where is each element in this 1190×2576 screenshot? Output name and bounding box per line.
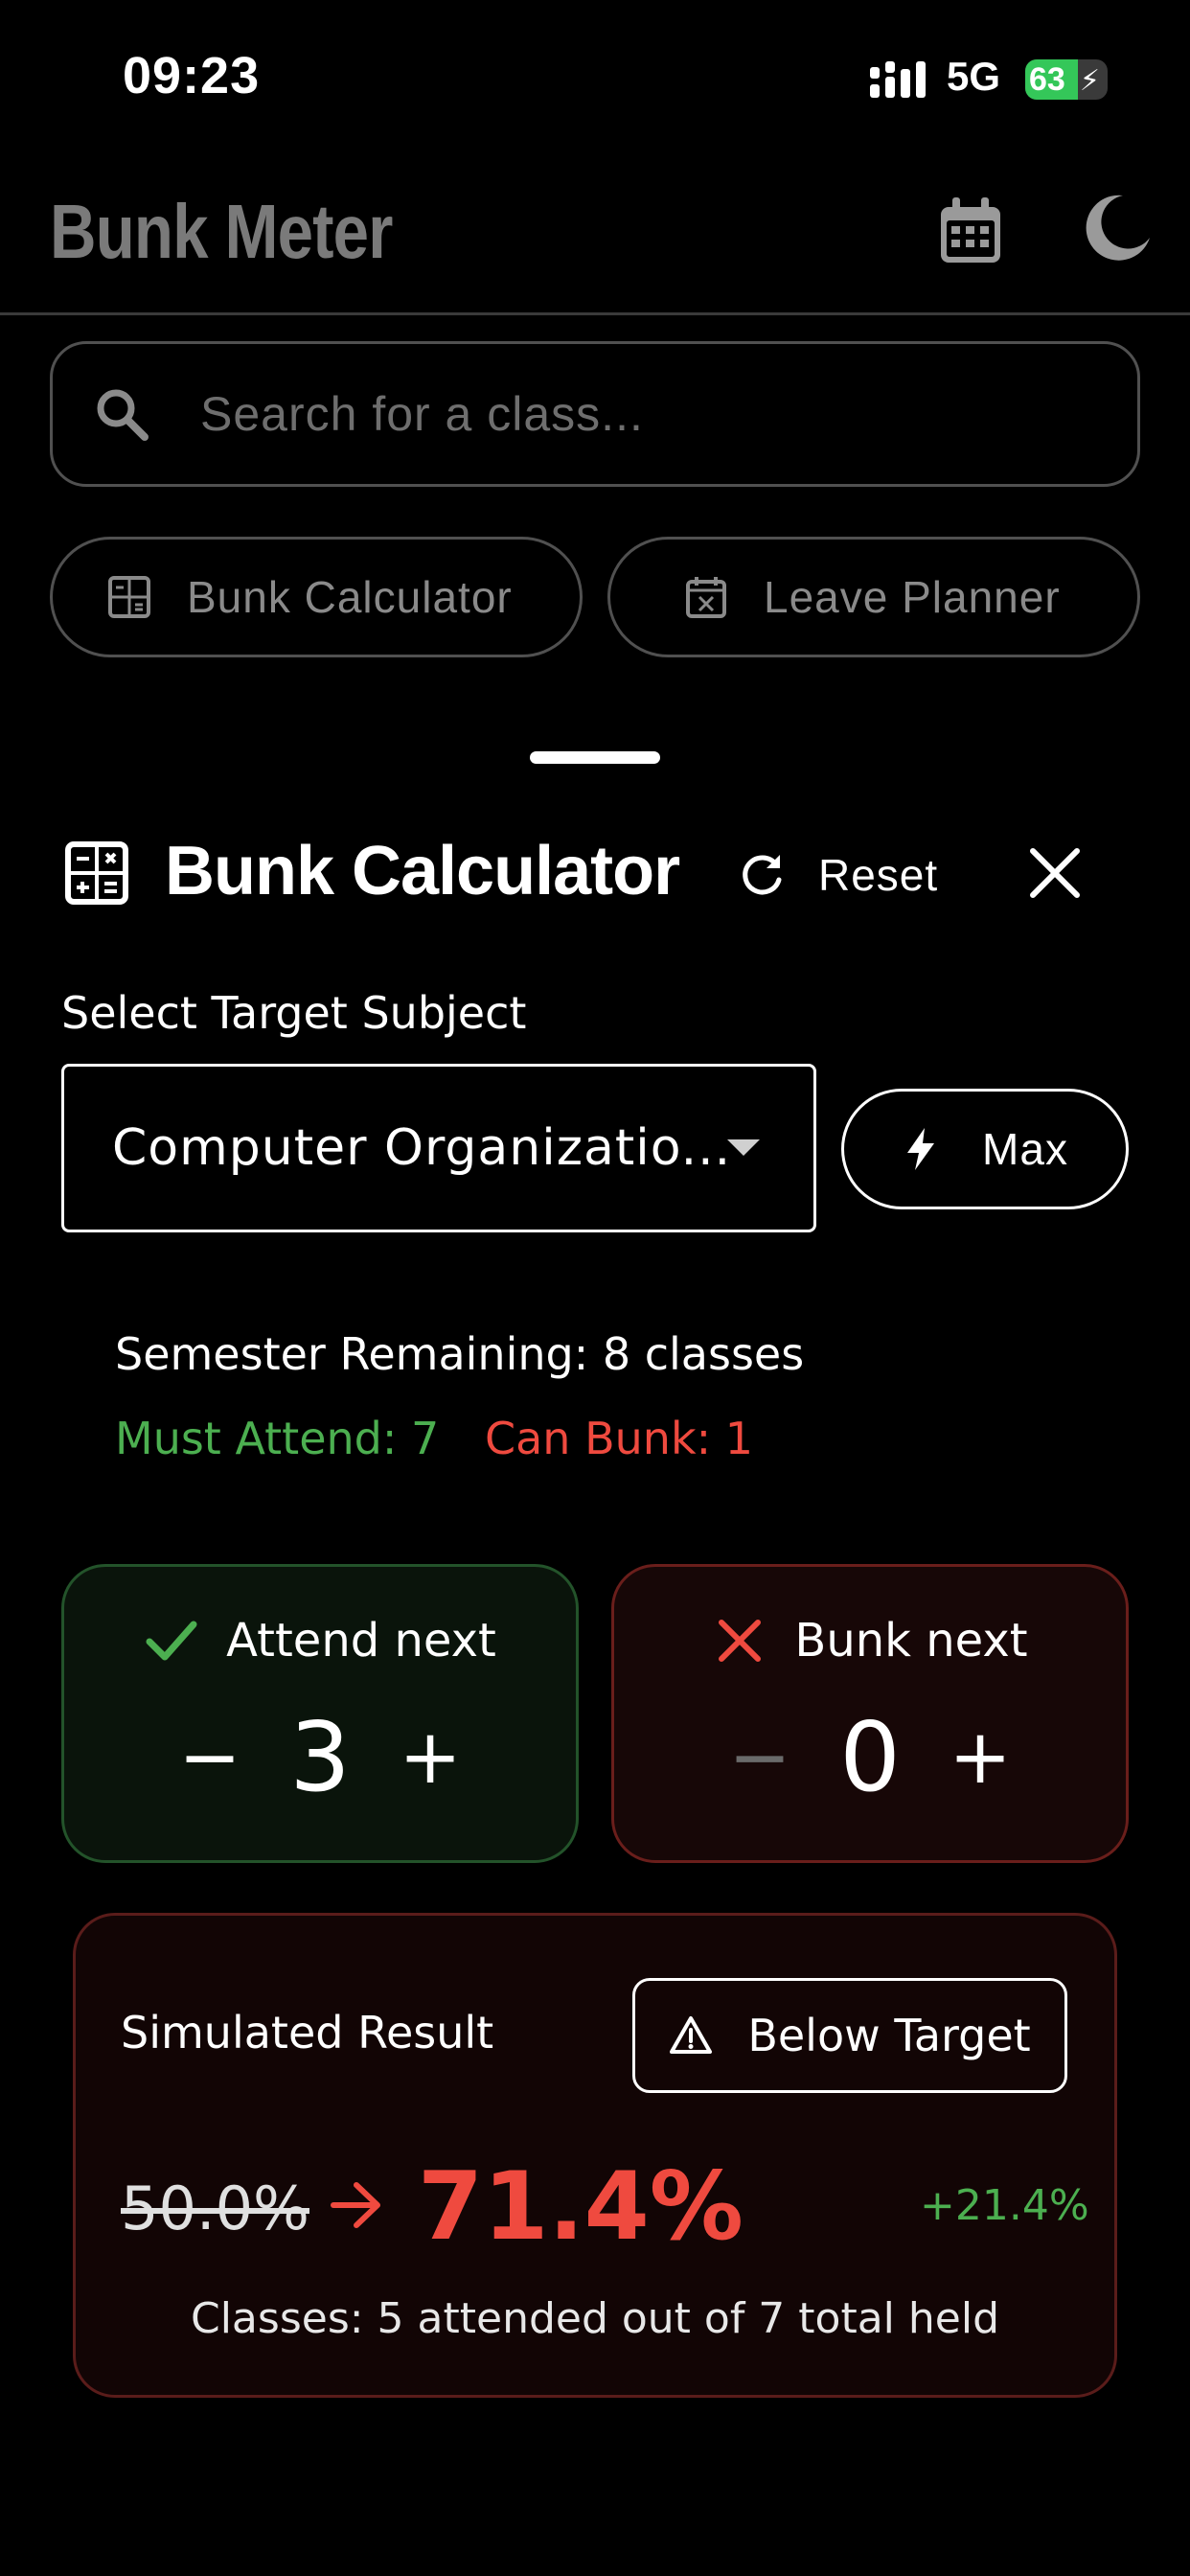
subject-select[interactable]: Computer Organizatio... <box>61 1064 816 1232</box>
charging-icon: ⚡ <box>1079 65 1100 97</box>
calendar-x-icon <box>686 577 726 618</box>
bunk-next-card: Bunk next − 0 + <box>611 1564 1129 1863</box>
attend-next-label: Attend next <box>226 1614 496 1668</box>
close-icon[interactable] <box>1025 843 1085 903</box>
leave-planner-chip[interactable]: Leave Planner <box>607 537 1140 657</box>
sheet-drag-handle[interactable] <box>530 751 660 764</box>
calculator-icon <box>108 576 150 618</box>
must-attend: Must Attend: 7 <box>115 1413 440 1464</box>
calculator-title: Bunk Calculator <box>165 833 680 909</box>
classes-summary: Classes: 5 attended out of 7 total held <box>190 2294 999 2343</box>
dropdown-caret-icon <box>727 1139 760 1156</box>
search-input[interactable] <box>200 386 1063 442</box>
simulated-percentage: 71.4% <box>418 2152 744 2262</box>
attend-decrement-button[interactable]: − <box>167 1714 253 1801</box>
warning-icon <box>670 2016 713 2054</box>
bunk-count: 0 <box>839 1701 901 1813</box>
bunk-next-label: Bunk next <box>794 1614 1028 1668</box>
search-icon <box>97 389 149 441</box>
bunk-decrement-button[interactable]: − <box>717 1714 803 1801</box>
network-label: 5G <box>947 54 1001 99</box>
moon-icon[interactable] <box>1081 192 1154 264</box>
attend-count: 3 <box>289 1701 351 1813</box>
max-button[interactable]: Max <box>841 1089 1129 1209</box>
semester-remaining: Semester Remaining: 8 classes <box>115 1328 805 1380</box>
app-title: Bunk Meter <box>50 189 393 274</box>
x-icon <box>719 1620 762 1662</box>
bunk-increment-button[interactable]: + <box>937 1714 1023 1801</box>
app-bar-divider <box>0 312 1190 315</box>
calendar-icon[interactable] <box>935 196 1006 266</box>
bunk-calculator-chip[interactable]: Bunk Calculator <box>50 537 583 657</box>
calculator-icon <box>65 841 128 905</box>
percentage-delta: +21.4% <box>920 2181 1089 2230</box>
previous-percentage: 50.0% <box>121 2174 309 2243</box>
attend-next-card: Attend next − 3 + <box>61 1564 579 1863</box>
simulated-result-label: Simulated Result <box>121 2007 494 2058</box>
reset-label: Reset <box>818 850 939 900</box>
battery-percent: 63 <box>1029 61 1065 98</box>
reset-button[interactable]: Reset <box>738 841 938 908</box>
bunk-calculator-chip-label: Bunk Calculator <box>187 572 513 622</box>
lightning-icon <box>907 1128 935 1170</box>
refresh-icon <box>743 855 782 895</box>
attend-increment-button[interactable]: + <box>387 1714 473 1801</box>
max-label: Max <box>982 1124 1068 1174</box>
select-subject-label: Select Target Subject <box>61 987 527 1039</box>
target-status-badge: Below Target <box>632 1978 1067 2093</box>
battery-indicator: 63 ⚡ <box>1025 59 1108 100</box>
check-icon <box>146 1621 197 1661</box>
status-time: 09:23 <box>123 47 261 104</box>
arrow-right-icon <box>331 2182 380 2228</box>
target-status-label: Below Target <box>747 2010 1031 2061</box>
signal-icon <box>870 61 926 98</box>
search-bar[interactable] <box>50 341 1140 487</box>
selected-subject: Computer Organizatio... <box>112 1119 732 1177</box>
can-bunk: Can Bunk: 1 <box>485 1413 753 1464</box>
leave-planner-chip-label: Leave Planner <box>764 572 1061 622</box>
